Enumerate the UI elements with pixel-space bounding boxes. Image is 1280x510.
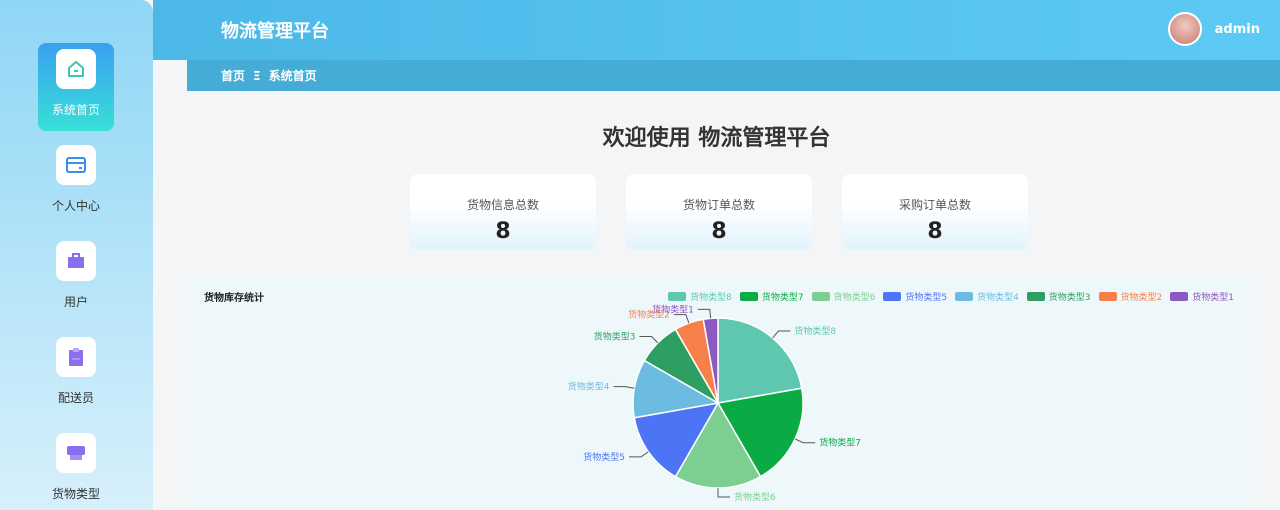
- header: 物流管理平台 admin: [153, 0, 1280, 60]
- briefcase-icon: [56, 241, 96, 281]
- stat-value: 8: [711, 219, 727, 244]
- legend-swatch: [668, 292, 687, 301]
- legend-label: 货物类型4: [977, 293, 1019, 303]
- slice-label: 货物类型8: [794, 325, 836, 337]
- label-line: [613, 386, 635, 389]
- sidebar-item-label: 货物类型: [51, 487, 100, 501]
- legend-item[interactable]: 货物类型2: [1098, 290, 1163, 303]
- pie-chart: 货物类型8货物类型7货物类型6货物类型5货物类型4货物类型3货物类型2货物类型1: [568, 303, 861, 503]
- slice-label: 货物类型3: [594, 331, 636, 343]
- legend-label: 货物类型2: [1120, 293, 1163, 303]
- sidebar-item-3[interactable]: 配送员: [38, 331, 114, 413]
- breadcrumb-current: 系统首页: [268, 69, 317, 83]
- username[interactable]: admin: [1215, 22, 1260, 37]
- label-line: [794, 438, 816, 444]
- legend-swatch: [811, 292, 830, 301]
- legend-swatch: [1026, 292, 1045, 301]
- label-line: [673, 314, 690, 324]
- stat-card-goods-orders: 货物订单总数 8: [626, 174, 812, 250]
- stat-title: 货物订单总数: [682, 198, 755, 212]
- home-icon: [56, 49, 96, 89]
- legend-item[interactable]: 货物类型3: [1026, 290, 1091, 303]
- chart-legend: 货物类型8 货物类型7 货物类型6 货物类型5 货物类型4 货物类型3 货物类型2 货物类型1: [668, 290, 1234, 303]
- sidebar-item-label: 个人中心: [51, 199, 100, 213]
- legend-item[interactable]: 货物类型8: [668, 290, 732, 303]
- legend-label: 货物类型7: [761, 293, 804, 303]
- legend-swatch: [955, 292, 974, 301]
- stat-title: 采购订单总数: [898, 198, 971, 212]
- sidebar-item-label: 系统首页: [51, 103, 100, 117]
- slice-label: 货物类型1: [652, 303, 694, 315]
- slice-label: 货物类型5: [583, 451, 625, 463]
- legend-label: 货物类型1: [1192, 293, 1234, 303]
- label-line: [628, 451, 649, 458]
- legend-item[interactable]: 货物类型4: [955, 290, 1019, 303]
- legend-item[interactable]: 货物类型7: [739, 290, 804, 303]
- legend-swatch: [1170, 292, 1189, 301]
- sidebar-item-1[interactable]: 个人中心: [38, 139, 114, 221]
- stat-title: 货物信息总数: [466, 198, 539, 212]
- breadcrumb: 首页 Ξ 系统首页: [187, 60, 1280, 91]
- legend-label: 货物类型6: [833, 293, 876, 303]
- legend-label: 货物类型3: [1048, 293, 1091, 303]
- chart-title: 货物库存统计: [204, 293, 264, 304]
- wallet-icon: [56, 145, 96, 185]
- app-title: 物流管理平台: [221, 21, 329, 42]
- legend-swatch: [883, 292, 902, 301]
- stat-value: 8: [495, 219, 511, 244]
- label-line: [717, 488, 730, 498]
- label-line: [639, 336, 659, 344]
- box-icon: [56, 433, 96, 473]
- stat-value: 8: [927, 219, 943, 244]
- welcome-title: 欢迎使用 物流管理平台: [602, 126, 831, 151]
- legend-item[interactable]: 货物类型1: [1170, 290, 1234, 303]
- inventory-chart-panel: 货物类型8 货物类型7 货物类型6 货物类型5 货物类型4 货物类型3 货物类型2 货物类型1…: [190, 275, 1250, 510]
- sidebar-item-label: 配送员: [57, 391, 94, 405]
- sidebar-item-0[interactable]: 系统首页: [38, 43, 114, 131]
- slice-label: 货物类型6: [734, 491, 776, 503]
- sidebar-item-4[interactable]: 货物类型: [38, 427, 114, 509]
- avatar[interactable]: [1168, 12, 1202, 46]
- legend-item[interactable]: 货物类型6: [811, 290, 876, 303]
- sidebar-item-2[interactable]: 用户: [38, 235, 114, 317]
- legend-item[interactable]: 货物类型5: [883, 290, 947, 303]
- legend-label: 货物类型5: [905, 293, 948, 303]
- label-line: [697, 308, 712, 319]
- legend-swatch: [1098, 292, 1117, 301]
- slice-label: 货物类型7: [819, 437, 861, 449]
- clipboard-icon: [56, 337, 96, 377]
- stat-card-purchase-orders: 采购订单总数 8: [842, 174, 1028, 250]
- label-line: [772, 330, 791, 339]
- legend-label: 货物类型8: [690, 293, 732, 303]
- breadcrumb-separator: Ξ: [253, 69, 261, 83]
- stat-card-goods-info: 货物信息总数 8: [410, 174, 596, 250]
- slice-label: 货物类型4: [568, 381, 610, 393]
- breadcrumb-home[interactable]: 首页: [221, 69, 245, 83]
- sidebar-item-label: 用户: [63, 295, 88, 309]
- legend-swatch: [739, 292, 758, 301]
- sidebar: 系统首页个人中心用户配送员货物类型: [0, 0, 153, 510]
